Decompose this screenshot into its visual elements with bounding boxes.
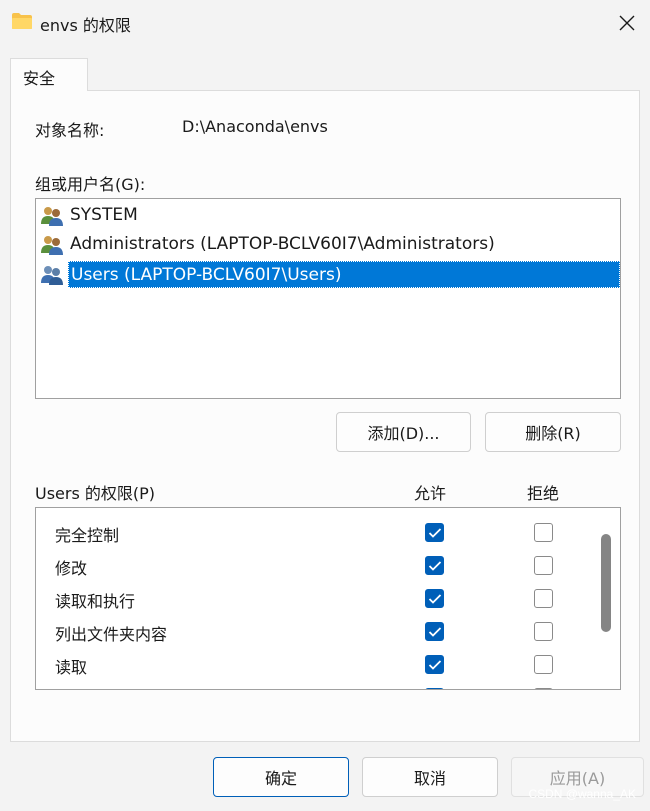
folder-icon bbox=[12, 13, 32, 29]
list-item-label: Administrators (LAPTOP-BCLV60I7\Administ… bbox=[70, 234, 495, 254]
close-button[interactable] bbox=[604, 0, 650, 46]
permission-row: 读取 bbox=[36, 645, 596, 678]
ok-button[interactable]: 确定 bbox=[213, 757, 349, 797]
permission-name: 修改 bbox=[55, 559, 88, 578]
user-group-icon bbox=[41, 206, 63, 226]
permissions-list[interactable]: 完全控制修改读取和执行列出文件夹内容读取写入 bbox=[35, 507, 621, 690]
allow-checkbox[interactable] bbox=[425, 523, 444, 542]
object-name-value: D:\Anaconda\envs bbox=[182, 117, 328, 136]
list-item-selected[interactable]: Users (LAPTOP-BCLV60I7\Users) bbox=[40, 260, 620, 289]
permission-name: 列出文件夹内容 bbox=[55, 625, 168, 644]
deny-checkbox[interactable] bbox=[534, 589, 553, 608]
tab-security[interactable]: 安全 bbox=[10, 58, 88, 91]
permission-name: 完全控制 bbox=[55, 526, 120, 545]
permission-row: 列出文件夹内容 bbox=[36, 612, 596, 645]
permission-row: 写入 bbox=[36, 678, 596, 689]
remove-button[interactable]: 删除(R) bbox=[485, 412, 621, 452]
permission-name: 读取 bbox=[55, 658, 88, 677]
watermark: CSDN @wanna_AK bbox=[528, 787, 636, 801]
title-bar: envs 的权限 bbox=[0, 0, 650, 46]
allow-checkbox[interactable] bbox=[425, 622, 444, 641]
permission-name: 写入 bbox=[55, 687, 87, 689]
deny-checkbox[interactable] bbox=[534, 622, 553, 641]
permission-row: 修改 bbox=[36, 546, 596, 579]
deny-checkbox[interactable] bbox=[534, 655, 553, 674]
add-button[interactable]: 添加(D)... bbox=[336, 412, 471, 452]
deny-checkbox[interactable] bbox=[534, 688, 553, 689]
list-item-label: SYSTEM bbox=[70, 205, 138, 225]
deny-checkbox[interactable] bbox=[534, 523, 553, 542]
allow-checkbox[interactable] bbox=[425, 556, 444, 575]
permission-name: 读取和执行 bbox=[55, 592, 136, 611]
deny-column-header: 拒绝 bbox=[527, 484, 560, 503]
close-icon bbox=[619, 15, 635, 31]
permissions-label: Users 的权限(P) bbox=[35, 484, 156, 503]
tab-label: 安全 bbox=[23, 69, 56, 88]
scroll-thumb[interactable] bbox=[601, 534, 611, 632]
cancel-button[interactable]: 取消 bbox=[362, 757, 498, 797]
object-name-label: 对象名称: bbox=[35, 121, 105, 140]
groups-label: 组或用户名(G): bbox=[35, 175, 146, 194]
allow-checkbox[interactable] bbox=[425, 589, 444, 608]
window-title: envs 的权限 bbox=[40, 16, 131, 35]
scrollbar[interactable] bbox=[595, 508, 620, 689]
user-group-icon bbox=[41, 265, 63, 285]
allow-checkbox[interactable] bbox=[425, 688, 444, 689]
deny-checkbox[interactable] bbox=[534, 556, 553, 575]
allow-checkbox[interactable] bbox=[425, 655, 444, 674]
list-item[interactable]: SYSTEM bbox=[40, 201, 620, 230]
allow-column-header: 允许 bbox=[414, 484, 447, 503]
list-item[interactable]: Administrators (LAPTOP-BCLV60I7\Administ… bbox=[40, 230, 620, 259]
permission-row: 读取和执行 bbox=[36, 579, 596, 612]
user-group-icon bbox=[41, 235, 63, 255]
group-user-list[interactable]: SYSTEM Administrators (LAPTOP-BCLV60I7\A… bbox=[35, 198, 621, 399]
list-item-label: Users (LAPTOP-BCLV60I7\Users) bbox=[68, 261, 620, 288]
permission-row: 完全控制 bbox=[36, 513, 596, 546]
